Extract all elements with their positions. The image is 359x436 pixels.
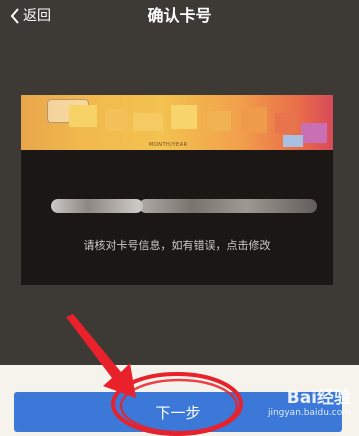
watermark: Bai经验 jingyan.baidu.com (268, 388, 351, 418)
annotation-overlay (66, 314, 243, 436)
red-circle-annotation (111, 372, 243, 436)
watermark-url: jingyan.baidu.com (267, 408, 351, 418)
red-circle-annotation-inner (119, 378, 239, 434)
watermark-logo: Bai经验 (286, 388, 351, 408)
